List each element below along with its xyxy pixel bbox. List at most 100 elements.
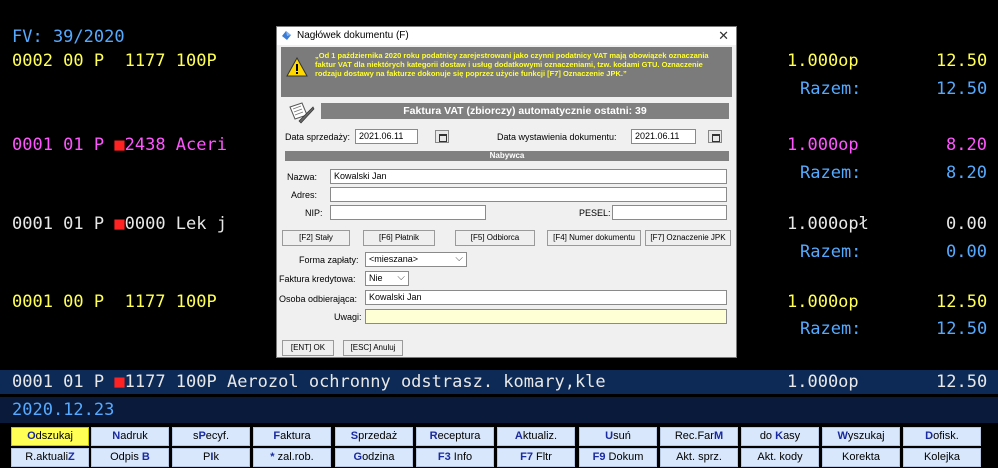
key-label: przedaż (358, 430, 398, 442)
nip-field[interactable] (330, 205, 486, 220)
function-key-button[interactable]: Faktura (253, 427, 331, 446)
cancel-button[interactable]: [ESC] Anuluj (343, 340, 403, 356)
marker-icon: ■ (114, 372, 125, 392)
function-key-button[interactable]: F7 Fltr (497, 448, 575, 467)
row-qty: 1.000opł (787, 214, 869, 234)
key-label: ofisk. (933, 430, 959, 442)
document-number-button[interactable]: [F4] Numer dokumentu (547, 230, 641, 246)
function-key-button[interactable]: Rec.FarM (660, 427, 738, 446)
warning-icon (286, 57, 308, 77)
address-field[interactable] (330, 187, 727, 202)
key-label: k (213, 451, 219, 463)
function-key-button[interactable]: Sprzedaż (335, 427, 413, 446)
row-price: 12.50 (936, 51, 988, 71)
selected-row-code: 0001 01 P ■1177 100P Aerozol ochronny od… (12, 372, 606, 392)
function-key-button[interactable]: do Kasy (741, 427, 819, 446)
name-field[interactable]: Kowalski Jan (330, 169, 727, 184)
sum-value: 8.20 (946, 163, 987, 183)
ok-button[interactable]: [ENT] OK (282, 340, 334, 356)
sum-value: 12.50 (936, 79, 988, 99)
payer-button[interactable]: [F6] Płatnik (363, 230, 435, 246)
function-key-button[interactable]: Receptura (416, 427, 494, 446)
function-key-button[interactable]: Kolejka (903, 448, 981, 467)
key-label: odzina (362, 451, 395, 463)
key-label: asy (783, 430, 801, 442)
warning-banner: „Od 1 października 2020 roku podatnicy z… (281, 47, 732, 97)
function-key-button[interactable]: Korekta (822, 448, 900, 467)
payment-label: Forma zapłaty: (299, 255, 359, 265)
function-key-button[interactable]: Odszukaj (11, 427, 89, 446)
function-key-button[interactable]: Akt. sprz. (660, 448, 738, 467)
key-label: Akt. sprz. (676, 451, 722, 463)
selected-row-qty: 1.000op (787, 372, 859, 392)
recipient-person-field[interactable]: Kowalski Jan (365, 290, 727, 305)
buyer-section-header: Nabywca (285, 151, 729, 161)
key-label: Kolejka (923, 451, 961, 463)
pesel-label: PESEL: (579, 208, 611, 218)
invoice-number: FV: 39/2020 (12, 27, 125, 47)
notes-label: Uwagi: (334, 312, 362, 322)
sale-date-label: Data sprzedaży: (285, 132, 351, 142)
key-hotkey: B (141, 451, 150, 463)
function-key-button[interactable]: F3 Info (416, 448, 494, 467)
recipient-button[interactable]: [F5] Odbiorca (455, 230, 535, 246)
function-key-button[interactable]: Wyszukaj (822, 427, 900, 446)
key-hotkey: K (775, 430, 784, 442)
pesel-field[interactable] (612, 205, 727, 220)
name-label: Nazwa: (287, 172, 318, 182)
issue-date-field[interactable]: 2021.06.11 (631, 129, 696, 144)
key-hotkey: M (713, 430, 724, 442)
marker-icon: ■ (114, 135, 125, 155)
notes-field[interactable] (365, 309, 727, 324)
key-label: ktualiz. (522, 430, 558, 442)
function-key-button[interactable]: Aktualiz. (497, 427, 575, 446)
key-label: Info (450, 451, 473, 463)
key-hotkey: Z (68, 451, 75, 463)
calendar-icon[interactable] (435, 130, 449, 143)
function-key-button[interactable]: Akt. kody (741, 448, 819, 467)
credit-label: Faktura kredytowa: (279, 274, 356, 284)
nip-label: NIP: (305, 208, 323, 218)
regular-customer-button[interactable]: [F2] Stały (282, 230, 350, 246)
key-label: do (759, 430, 776, 442)
key-hotkey: F9 (592, 451, 606, 463)
row-qty: 1.000op (787, 292, 859, 312)
sum-label: Razem: (800, 163, 862, 183)
dialog-titlebar[interactable]: Nagłówek dokumentu (F) ✕ (277, 27, 736, 45)
function-key-button[interactable]: * zal.rob. (253, 448, 331, 467)
key-label: dszukaj (35, 430, 73, 442)
function-key-button[interactable]: PIk (172, 448, 250, 467)
sum-value: 0.00 (946, 242, 987, 262)
function-key-button[interactable]: R.aktualiZ (11, 448, 89, 467)
row-code: 0002 00 P 1177 100P (12, 51, 217, 71)
key-hotkey: W (837, 430, 848, 442)
function-key-button[interactable]: Nadruk (91, 427, 169, 446)
close-icon[interactable]: ✕ (718, 28, 729, 44)
dialog-title: Nagłówek dokumentu (F) (297, 30, 409, 41)
app-icon (282, 31, 291, 40)
row-price: 0.00 (946, 214, 987, 234)
function-key-button[interactable]: Odpis B (91, 448, 169, 467)
key-hotkey: F3 (437, 451, 451, 463)
key-label: ecyf. (205, 430, 230, 442)
issue-date-label: Data wystawienia dokumentu: (497, 132, 617, 142)
function-key-button[interactable]: sPecyf. (172, 427, 250, 446)
key-label: Akt. kody (757, 451, 803, 463)
key-label: yszukaj (847, 430, 885, 442)
key-hotkey: F7 (520, 451, 533, 463)
jpk-marking-button[interactable]: [F7] Oznaczenie JPK (645, 230, 731, 246)
row-price: 8.20 (946, 135, 987, 155)
function-key-button[interactable]: F9 Dokum (579, 448, 657, 467)
credit-select[interactable]: Nie (365, 271, 409, 286)
function-key-button[interactable]: Godzina (335, 448, 413, 467)
current-date: 2020.12.23 (12, 400, 115, 420)
function-key-button[interactable]: Usuń (579, 427, 657, 446)
recipient-person-label: Osoba odbierająca: (279, 294, 358, 304)
key-label: zal.rob. (274, 451, 314, 463)
row-code: 0001 01 P ■0000 Lek j (12, 214, 227, 234)
key-hotkey: P (198, 430, 206, 442)
sale-date-field[interactable]: 2021.06.11 (355, 129, 418, 144)
calendar-icon[interactable] (708, 130, 722, 143)
function-key-button[interactable]: Dofisk. (903, 427, 981, 446)
payment-select[interactable]: <mieszana> (365, 252, 467, 267)
